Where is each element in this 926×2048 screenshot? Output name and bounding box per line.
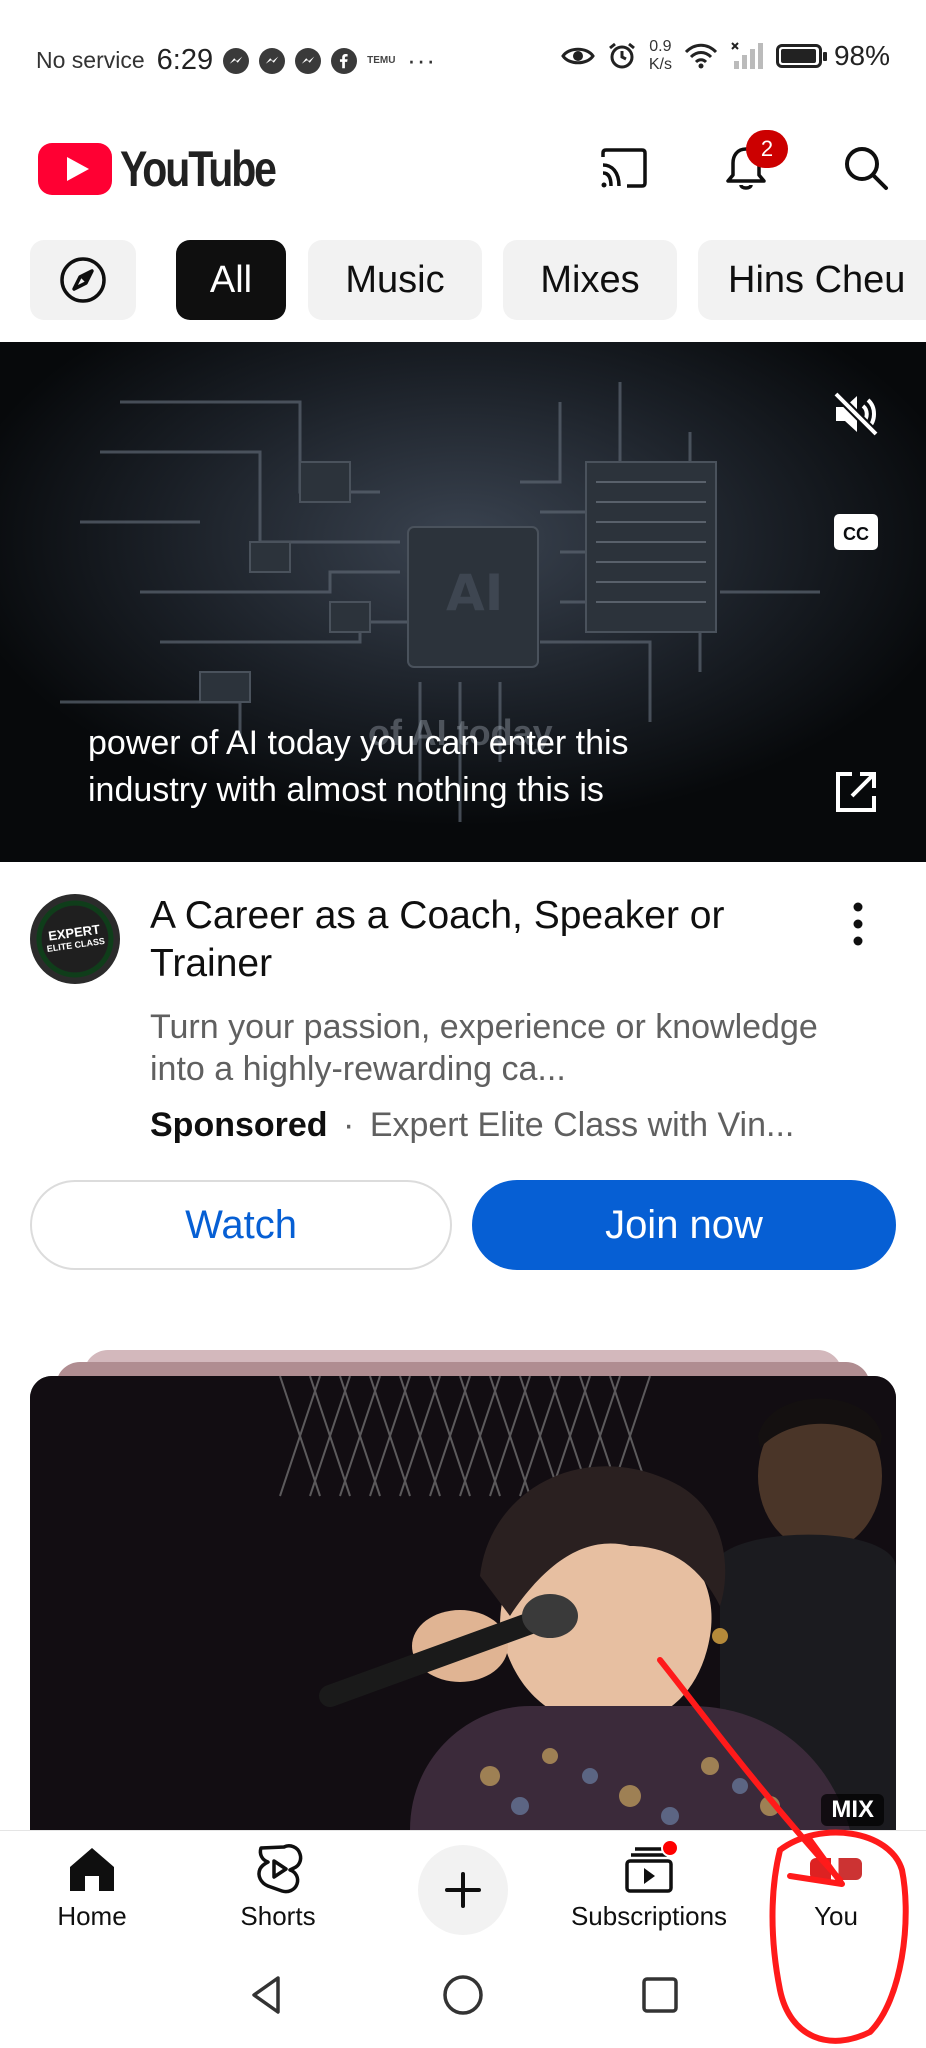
create-button[interactable] [418, 1845, 508, 1935]
subscriptions-new-dot [661, 1839, 679, 1857]
back-triangle-icon [252, 1976, 280, 2014]
more-vertical-icon [853, 902, 863, 946]
home-circle-icon [443, 1975, 483, 2015]
caption-line-2: industry with almost nothing this is [88, 771, 604, 809]
ad-title[interactable]: A Career as a Coach, Speaker or Trainer [150, 892, 800, 988]
explore-chip[interactable] [30, 240, 136, 320]
nav-shorts[interactable]: Shorts [198, 1841, 358, 1941]
compass-icon [60, 257, 106, 303]
wifi-icon [684, 43, 718, 69]
nav-subscriptions-label: Subscriptions [570, 1901, 728, 1931]
messenger-icon [223, 47, 250, 74]
mute-button[interactable] [826, 384, 886, 444]
notification-badge: 2 [746, 130, 788, 168]
watch-button[interactable]: Watch [30, 1180, 452, 1270]
nav-you-label: You [814, 1901, 858, 1931]
speed-value: 0.9 [649, 38, 672, 55]
open-external-button[interactable] [826, 762, 886, 822]
system-navigation-bar [0, 1944, 926, 2048]
external-link-icon [836, 772, 876, 812]
join-now-button[interactable]: Join now [472, 1180, 896, 1270]
nav-you[interactable]: You [756, 1841, 916, 1941]
advertiser-name: Expert Elite Class with Vin... [369, 1106, 795, 1144]
svg-text:CC: CC [843, 524, 869, 544]
bottom-navigation: Home Shorts Subscriptions You [0, 1830, 926, 1944]
youtube-play-icon [38, 143, 112, 195]
temu-icon: TEMU [367, 54, 396, 66]
ad-video-player[interactable]: AI of AI today power of AI today you can… [0, 342, 926, 862]
plus-icon [445, 1872, 481, 1908]
nav-home[interactable]: Home [12, 1841, 172, 1941]
speed-unit: K/s [648, 56, 672, 73]
signal-icon [731, 42, 763, 69]
shorts-icon [257, 1844, 303, 1894]
mix-badge: MIX [821, 1794, 884, 1826]
chip-music[interactable]: Music [308, 240, 482, 320]
alarm-icon [608, 42, 635, 69]
advertiser-avatar[interactable]: EXPERT ELITE CLASS [30, 894, 120, 984]
search-icon [845, 147, 888, 190]
subscriptions-icon-wrap [621, 1839, 679, 1897]
network-speed: 0.9 K/s [649, 38, 672, 74]
volume-off-icon [833, 391, 879, 437]
category-chips: All Music Mixes Hins Cheu [0, 240, 926, 322]
messenger-icon [259, 47, 286, 74]
service-status: No service [36, 47, 145, 73]
nav-shorts-label: Shorts [240, 1901, 316, 1931]
profile-avatar [808, 1841, 864, 1897]
ad-description: Turn your passion, experience or knowled… [150, 1008, 818, 1088]
profile-avatar-image [810, 1858, 862, 1880]
caption-line-1: power of AI today you can enter this [88, 724, 629, 762]
status-left: No service 6:29 TEMU ··· [36, 44, 436, 77]
battery-percent: 98% [833, 40, 890, 71]
clock: 6:29 [156, 44, 214, 76]
facebook-icon [331, 47, 358, 74]
battery-icon [775, 44, 827, 68]
chip-ai-label: AI [446, 564, 503, 622]
status-bar: No service 6:29 TEMU ··· 0.9 K/s 98% [0, 0, 926, 118]
closed-captions-icon: CC [834, 514, 878, 550]
ad-meta: Sponsored · Expert Elite Class with Vin.… [150, 1106, 870, 1145]
concert-singer-image [30, 1376, 896, 1830]
messenger-icon [295, 47, 322, 74]
status-right: 0.9 K/s 98% [561, 38, 890, 74]
cast-button[interactable] [594, 138, 654, 198]
home-icon [70, 1848, 114, 1891]
recents-square-icon [642, 1977, 678, 2013]
search-button[interactable] [836, 138, 896, 198]
system-home-button[interactable] [436, 1968, 490, 2022]
ad-more-options-button[interactable] [838, 894, 878, 954]
mix-thumbnail[interactable]: MIX [30, 1376, 896, 1830]
eye-icon [561, 47, 595, 65]
meta-separator: · [343, 1106, 355, 1144]
sponsored-label: Sponsored [150, 1106, 328, 1144]
nav-subscriptions[interactable]: Subscriptions [568, 1839, 730, 1941]
video-captions: power of AI today you can enter this ind… [88, 720, 629, 814]
chip-all[interactable]: All [176, 240, 286, 320]
chip-mixes[interactable]: Mixes [503, 240, 677, 320]
app-name: YouTube [120, 141, 277, 197]
nav-home-label: Home [57, 1901, 127, 1931]
cast-icon [601, 148, 647, 188]
avatar-text: EXPERT ELITE CLASS [39, 921, 112, 956]
chip-hins-cheung[interactable]: Hins Cheu [698, 240, 926, 320]
more-notifications-icon: ··· [407, 45, 437, 75]
captions-button[interactable]: CC [826, 502, 886, 562]
youtube-logo[interactable]: YouTube [38, 140, 309, 198]
system-back-button[interactable] [240, 1968, 294, 2022]
system-recents-button[interactable] [633, 1968, 687, 2022]
app-header: YouTube 2 [0, 118, 926, 228]
